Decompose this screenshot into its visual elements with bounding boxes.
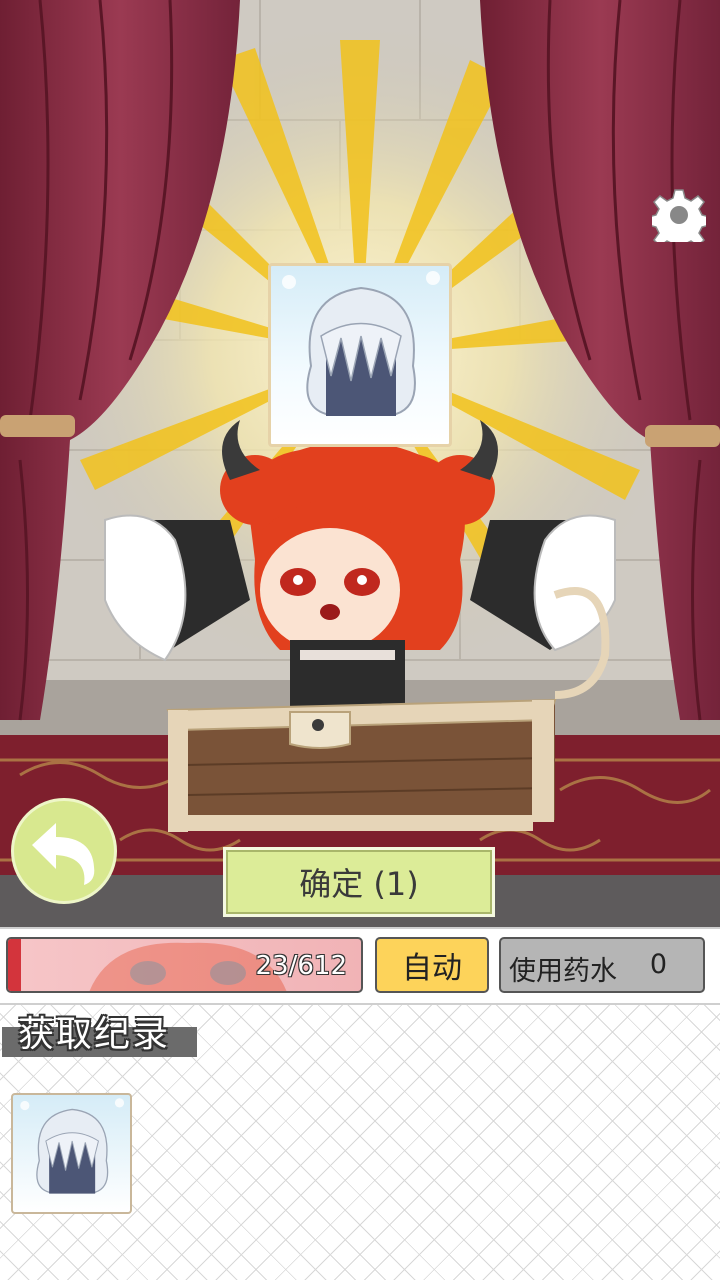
white-hair-item-icon [282, 271, 440, 416]
confirm-button[interactable]: 确定 (1) [223, 847, 495, 917]
acquisition-record-panel: 获取纪录 [0, 1005, 720, 1280]
use-potion-button[interactable]: 使用药水 0 [499, 937, 705, 993]
hp-text: 23/612 [255, 951, 347, 981]
auto-button[interactable]: 自动 [375, 937, 489, 993]
white-hair-item-icon [20, 1098, 125, 1194]
back-arrow-icon [32, 823, 95, 885]
potion-count: 0 [649, 949, 667, 980]
game-scene: 确定 (1) [0, 0, 720, 930]
hp-fill [8, 939, 22, 991]
back-button[interactable] [11, 798, 117, 904]
gear-icon [652, 189, 706, 242]
hp-bar: 23/612 [6, 937, 363, 993]
settings-button[interactable] [652, 188, 706, 242]
record-item-card[interactable] [11, 1093, 132, 1214]
obtained-item-card [268, 263, 452, 447]
status-bar: 23/612 自动 使用药水 0 [0, 927, 720, 1005]
potion-label: 使用药水 [509, 956, 617, 987]
record-title: 获取纪录 [18, 1014, 171, 1055]
stage-background [0, 0, 720, 930]
